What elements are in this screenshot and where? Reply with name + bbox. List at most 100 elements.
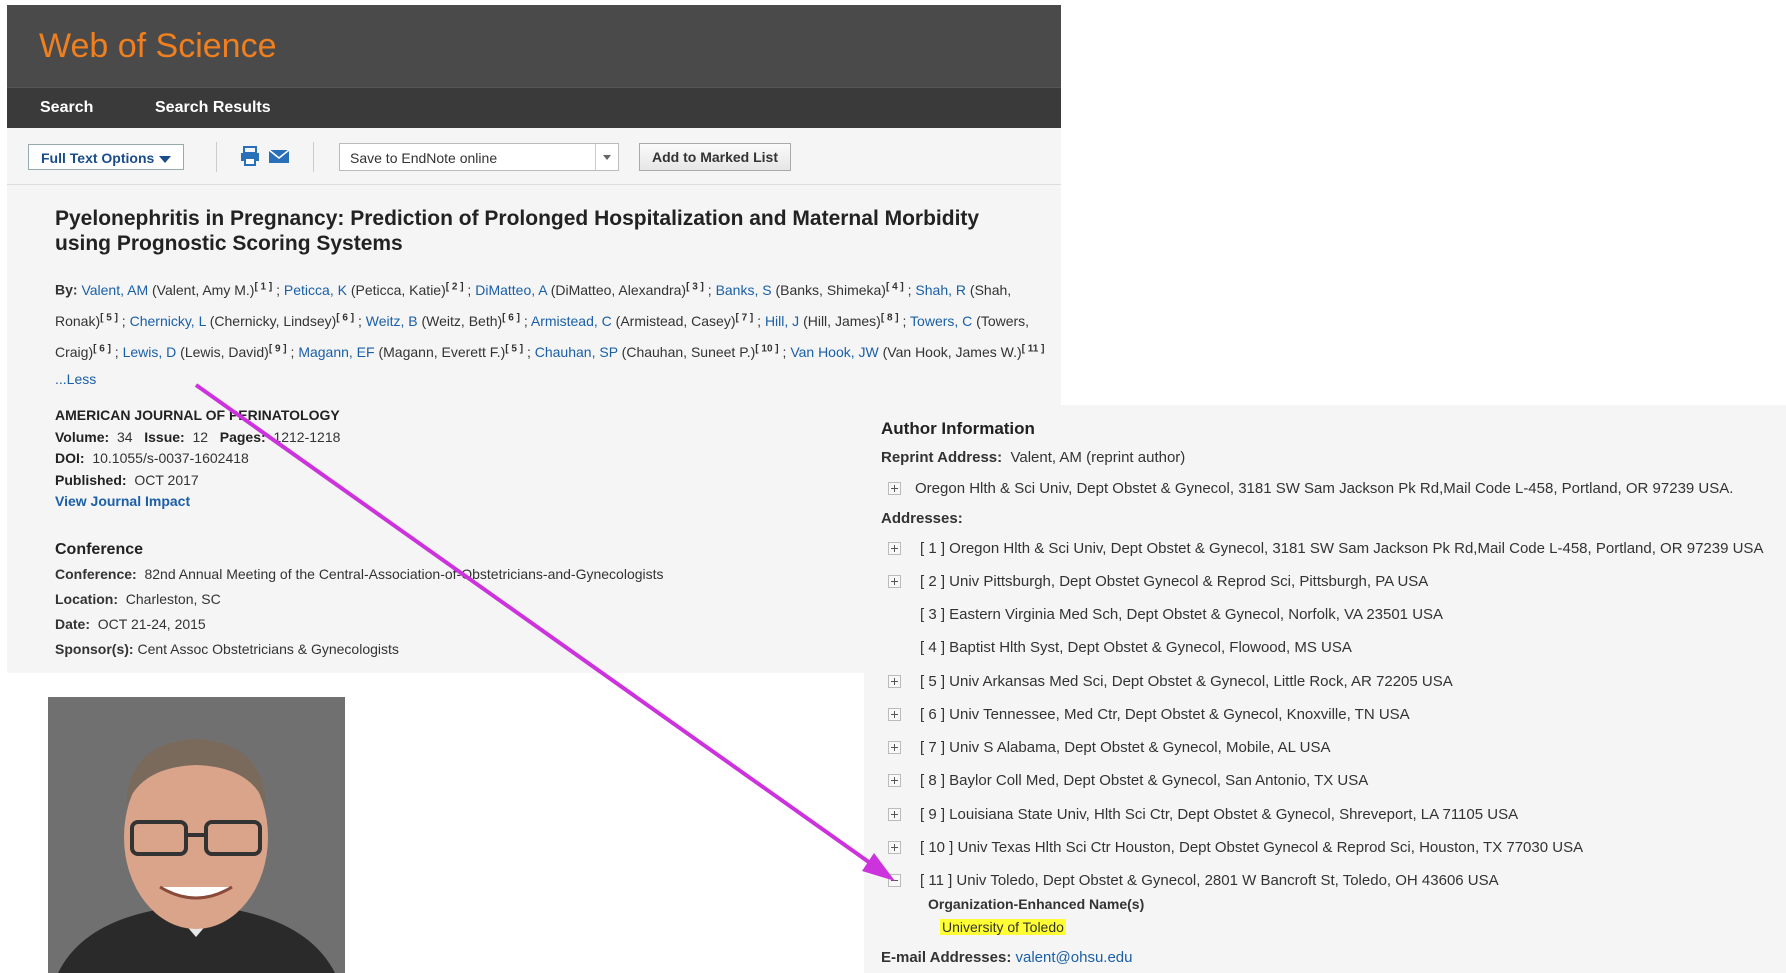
author-full-name: (Van Hook, James W.)	[882, 343, 1022, 360]
doi-value: 10.1055/s-0037-1602418	[92, 450, 249, 466]
author-link[interactable]: DiMatteo, A	[475, 282, 547, 298]
author-information-heading: Author Information	[881, 419, 1035, 438]
affiliation-ref[interactable]: [ 9 ]	[269, 343, 287, 354]
author-photo	[48, 697, 345, 973]
pages-value: 1212-1218	[273, 428, 341, 445]
expand-icon[interactable]	[888, 741, 901, 754]
conference-label: Conference:	[55, 566, 137, 582]
affiliation-ref[interactable]: [ 1 ]	[254, 281, 272, 292]
email-icon[interactable]	[268, 146, 290, 166]
nav-search[interactable]: Search	[40, 99, 93, 117]
author-link[interactable]: Hill, J	[765, 313, 799, 329]
author-link[interactable]: Armistead, C	[531, 313, 612, 329]
full-text-options-button[interactable]: Full Text Options	[28, 144, 185, 170]
location-label: Location:	[55, 591, 118, 607]
record-title: Pyelonephritis in Pregnancy: Prediction …	[55, 207, 980, 255]
published-value: OCT 2017	[134, 471, 199, 488]
reprint-address-row: Reprint Address: Valent, AM (reprint aut…	[881, 449, 1185, 466]
add-to-marked-list-button[interactable]: Add to Marked List	[639, 143, 792, 171]
reprint-value: Valent, AM (reprint author)	[1010, 449, 1186, 466]
affiliation-ref[interactable]: [ 8 ]	[881, 312, 899, 323]
pages-label: Pages:	[219, 428, 266, 445]
author-link[interactable]: Towers, C	[910, 313, 972, 329]
expand-icon[interactable]	[888, 808, 901, 821]
address-item: [ 9 ] Louisiana State Univ, Hlth Sci Ctr…	[920, 806, 1519, 823]
address-item: [ 7 ] Univ S Alabama, Dept Obstet & Gyne…	[920, 739, 1331, 756]
save-to-value: Save to EndNote online	[350, 150, 498, 166]
author-full-name: (Banks, Shimeka)	[775, 281, 886, 298]
affiliation-ref[interactable]: [ 5 ]	[505, 343, 523, 354]
address-item: [ 4 ] Baptist Hlth Syst, Dept Obstet & G…	[920, 639, 1352, 656]
address-item: [ 5 ] Univ Arkansas Med Sci, Dept Obstet…	[920, 673, 1453, 690]
author-link[interactable]: Peticca, K	[284, 282, 347, 298]
author-link[interactable]: Shah, R	[915, 282, 966, 298]
email-row: E-mail Addresses: valent@ohsu.edu	[881, 949, 1132, 966]
expand-icon[interactable]	[888, 675, 901, 688]
volume-label: Volume:	[55, 428, 110, 445]
org-enhanced-value: University of Toledo	[940, 919, 1066, 935]
org-enhanced-label: Organization-Enhanced Name(s)	[928, 896, 1145, 912]
full-text-options-label: Full Text Options	[41, 150, 155, 166]
nav-search-results[interactable]: Search Results	[155, 99, 271, 117]
author-link[interactable]: Weitz, B	[366, 313, 418, 329]
conference-heading: Conference	[55, 541, 144, 558]
caret-down-icon	[159, 155, 172, 163]
author-full-name: (DiMatteo, Alexandra)	[550, 281, 687, 298]
address-item: [ 1 ] Oregon Hlth & Sci Univ, Dept Obste…	[920, 540, 1764, 557]
author-link[interactable]: Magann, EF	[298, 344, 374, 360]
affiliation-ref[interactable]: [ 4 ]	[886, 281, 904, 292]
date-label: Date:	[55, 616, 91, 632]
view-journal-impact-link[interactable]: View Journal Impact	[55, 493, 190, 509]
author-link[interactable]: Chernicky, L	[130, 313, 206, 329]
email-link[interactable]: valent@ohsu.edu	[1016, 949, 1133, 966]
toolbar: Full Text Options Save to EndNote online…	[7, 128, 1061, 185]
author-link[interactable]: Banks, S	[716, 282, 772, 298]
expand-icon[interactable]	[888, 774, 901, 787]
chevron-down-icon[interactable]	[595, 144, 618, 170]
location-value: Charleston, SC	[125, 591, 221, 607]
expand-icon[interactable]	[888, 575, 901, 588]
collapse-icon[interactable]	[888, 874, 901, 887]
sponsor-value: Cent Assoc Obstetricians & Gynecologists	[137, 641, 399, 657]
affiliation-ref[interactable]: [ 7 ]	[735, 312, 753, 323]
divider	[216, 142, 217, 172]
author-link[interactable]: Lewis, D	[123, 344, 177, 360]
author-information-panel: Author Information Reprint Address: Vale…	[864, 405, 1786, 973]
affiliation-ref[interactable]: [ 6 ]	[502, 312, 520, 323]
affiliation-ref[interactable]: [ 11 ]	[1022, 343, 1045, 354]
print-icon[interactable]	[239, 146, 261, 166]
affiliation-ref[interactable]: [ 3 ]	[686, 281, 704, 292]
expand-icon[interactable]	[888, 542, 901, 555]
journal-name: AMERICAN JOURNAL OF PERINATOLOGY	[55, 407, 340, 423]
address-item: [ 6 ] Univ Tennessee, Med Ctr, Dept Obst…	[920, 706, 1410, 723]
person-portrait-image	[48, 697, 345, 973]
author-full-name: (Valent, Amy M.)	[152, 281, 255, 298]
volume-value: 34	[116, 428, 133, 445]
address-item: [ 11 ] Univ Toledo, Dept Obstet & Gyneco…	[920, 872, 1499, 889]
author-link[interactable]: Chauhan, SP	[535, 344, 618, 360]
header-bar: Web of Science	[7, 5, 1061, 87]
expand-icon[interactable]	[888, 841, 901, 854]
save-to-select[interactable]: Save to EndNote online	[339, 143, 619, 171]
app-logo[interactable]: Web of Science	[39, 27, 277, 66]
author-full-name: (Lewis, David)	[180, 343, 269, 360]
addresses-label: Addresses:	[881, 510, 963, 527]
affiliation-ref[interactable]: [ 10 ]	[755, 343, 778, 354]
less-link[interactable]: ...Less	[55, 371, 96, 387]
expand-icon[interactable]	[888, 482, 901, 495]
affiliation-ref[interactable]: [ 6 ]	[93, 343, 111, 354]
author-link[interactable]: Valent, AM	[81, 282, 148, 298]
author-link[interactable]: Van Hook, JW	[790, 344, 878, 360]
conference-value: 82nd Annual Meeting of the Central-Assoc…	[144, 566, 664, 582]
author-full-name: (Peticca, Katie)	[350, 281, 446, 298]
expand-icon[interactable]	[888, 708, 901, 721]
email-label: E-mail Addresses:	[881, 949, 1012, 966]
affiliation-ref[interactable]: [ 5 ]	[100, 312, 118, 323]
org-highlight: University of Toledo	[940, 919, 1066, 935]
affiliation-ref[interactable]: [ 2 ]	[446, 281, 464, 292]
issue-label: Issue:	[144, 428, 185, 445]
published-label: Published:	[55, 471, 127, 488]
author-full-name: (Armistead, Casey)	[615, 312, 736, 329]
reprint-address: Oregon Hlth & Sci Univ, Dept Obstet & Gy…	[915, 480, 1734, 497]
affiliation-ref[interactable]: [ 6 ]	[336, 312, 354, 323]
